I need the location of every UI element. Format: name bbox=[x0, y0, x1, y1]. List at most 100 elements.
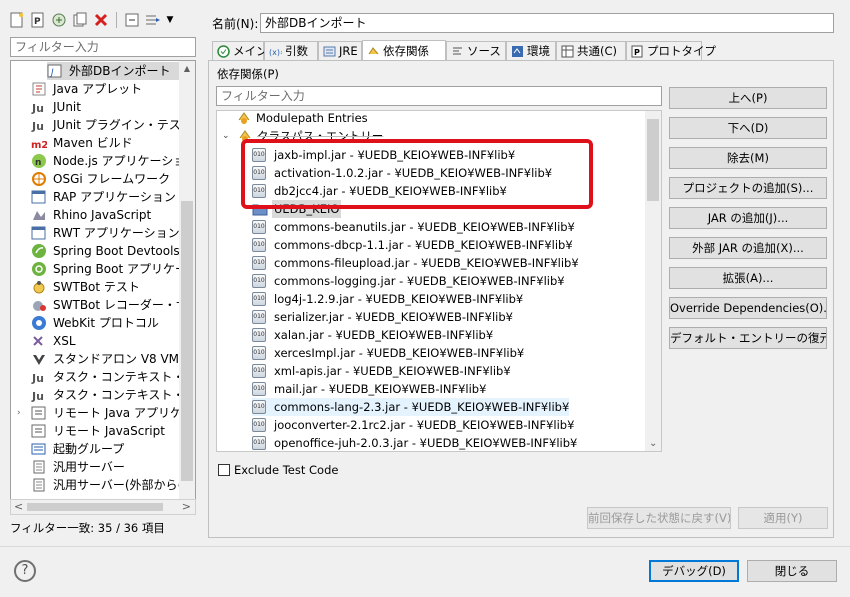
tree-item[interactable]: SWTBot テスト bbox=[31, 278, 140, 296]
exclude-test-row[interactable]: Exclude Test Code bbox=[218, 463, 338, 477]
jar-entry[interactable]: 010 log4j-1.2.9.jar - ¥UEDB_KEIO¥WEB-INF¥… bbox=[252, 290, 523, 308]
tree-item[interactable]: OSGi フレームワーク bbox=[31, 170, 170, 188]
tab-prototype[interactable]: P プロトタイプ bbox=[626, 41, 716, 60]
tab-label: メイン bbox=[233, 43, 268, 58]
deps-filter-input[interactable]: フィルター入力 bbox=[216, 86, 662, 106]
jar-entry[interactable]: 010 mail.jar - ¥UEDB_KEIO¥WEB-INF¥lib¥ bbox=[252, 380, 486, 398]
tree-item[interactable]: 汎用サーバー bbox=[31, 458, 125, 476]
jar-entry[interactable]: 010 commons-beanutils.jar - ¥UEDB_KEIO¥WE… bbox=[252, 218, 575, 236]
restore-default-entries-button[interactable]: デフォルト・エントリーの復元(R) bbox=[669, 327, 827, 349]
jar-entry[interactable]: 010 xml-apis.jar - ¥UEDB_KEIO¥WEB-INF¥lib… bbox=[252, 362, 511, 380]
tree-item[interactable]: 汎用サーバー(外部からの起 bbox=[31, 476, 196, 494]
left-filter-input[interactable]: フィルター入力 bbox=[10, 37, 196, 57]
apply-button[interactable]: 適用(Y) bbox=[738, 507, 828, 529]
jar-entry[interactable]: 010 xalan.jar - ¥UEDB_KEIO¥WEB-INF¥lib¥ bbox=[252, 326, 493, 344]
scroll-down-icon[interactable]: ⌄ bbox=[649, 438, 657, 449]
debug-button[interactable]: デバッグ(D) bbox=[649, 560, 739, 582]
name-input[interactable]: 外部DBインポート bbox=[260, 13, 834, 33]
tab-label: ソース bbox=[467, 43, 501, 58]
jar-entry[interactable]: 010 openoffice-juh-2.0.3.jar - ¥UEDB_KEIO… bbox=[252, 434, 577, 452]
new-config-icon[interactable] bbox=[8, 11, 26, 29]
tree-item-label: SWTBot テスト bbox=[53, 280, 140, 294]
duplicate-icon[interactable] bbox=[71, 11, 89, 29]
tree-item[interactable]: J 外部DBインポート bbox=[47, 62, 193, 80]
tree-item[interactable]: n Node.js アプリケーション bbox=[31, 152, 195, 170]
tab-dependencies[interactable]: 依存関係 bbox=[362, 40, 446, 61]
tree-item[interactable]: Rhino JavaScript bbox=[31, 206, 151, 224]
add-project-button[interactable]: プロジェクトの追加(S)... bbox=[669, 177, 827, 199]
jar-entry-label: mail.jar - ¥UEDB_KEIO¥WEB-INF¥lib¥ bbox=[274, 382, 487, 396]
tab-arguments[interactable]: (x)=引数 bbox=[264, 41, 318, 60]
chevron-down-icon[interactable]: ⌄ bbox=[222, 127, 234, 145]
tab-label: JRE bbox=[339, 43, 358, 58]
add-jar-button[interactable]: JAR の追加(J)... bbox=[669, 207, 827, 229]
tree-item[interactable]: Spring Boot アプリケーショ bbox=[31, 260, 195, 278]
tree-item[interactable]: Ju JUnit bbox=[31, 98, 81, 116]
help-button[interactable]: ? bbox=[14, 560, 36, 582]
tree-item[interactable]: › リモート Java アプリケーション bbox=[17, 404, 195, 422]
collapse-all-icon[interactable] bbox=[123, 11, 141, 29]
v8-icon bbox=[31, 351, 47, 367]
revert-button[interactable]: 前回保存した状態に戻す(V) bbox=[587, 507, 731, 529]
svg-text:Ju: Ju bbox=[31, 372, 44, 384]
jar-entry[interactable]: 010 commons-fileupload.jar - ¥UEDB_KEIO¥W… bbox=[252, 254, 579, 272]
tab-common[interactable]: 共通(C) bbox=[556, 41, 626, 60]
tree-item[interactable]: スタンドアロン V8 VM bbox=[31, 350, 179, 368]
jar-entry[interactable]: 010 commons-dbcp-1.1.jar - ¥UEDB_KEIO¥WEB… bbox=[252, 236, 573, 254]
down-button[interactable]: 下へ(D) bbox=[669, 117, 827, 139]
jar-entry[interactable]: 010 commons-logging.jar - ¥UEDB_KEIO¥WEB-… bbox=[252, 272, 565, 290]
chevron-down-icon[interactable]: ▼ bbox=[165, 11, 175, 29]
environment-icon bbox=[511, 45, 524, 58]
tree-item[interactable]: RWT アプリケーション bbox=[31, 224, 180, 242]
delete-icon[interactable] bbox=[92, 11, 110, 29]
tree-item[interactable]: RAP アプリケーション bbox=[31, 188, 176, 206]
tree-hscroll-thumb[interactable] bbox=[27, 503, 163, 511]
new-prototype-icon[interactable]: P bbox=[29, 11, 47, 29]
jar-entry[interactable]: 010 jooconverter-2.1rc2.jar - ¥UEDB_KEIO¥… bbox=[252, 416, 574, 434]
advanced-button[interactable]: 拡張(A)... bbox=[669, 267, 827, 289]
jar-entry-label: openoffice-juh-2.0.3.jar - ¥UEDB_KEIO¥WE… bbox=[274, 436, 578, 450]
tree-item[interactable]: Java アプレット bbox=[31, 80, 142, 98]
tree-item[interactable]: 起動グループ bbox=[31, 440, 124, 458]
tree-item[interactable]: XSL bbox=[31, 332, 76, 350]
up-button[interactable]: 上へ(P) bbox=[669, 87, 827, 109]
exclude-test-checkbox[interactable] bbox=[218, 464, 230, 476]
tree-item[interactable]: SWTBot レコーダー・サーバー bbox=[31, 296, 195, 314]
jar-entry[interactable]: 010 xercesImpl.jar - ¥UEDB_KEIO¥WEB-INF¥l… bbox=[252, 344, 524, 362]
tree-item-label: Rhino JavaScript bbox=[53, 208, 152, 222]
chevron-right-icon[interactable]: › bbox=[17, 404, 21, 422]
tree-item-label: 汎用サーバー(外部からの起 bbox=[53, 478, 196, 492]
close-button[interactable]: 閉じる bbox=[747, 560, 837, 582]
export-icon[interactable] bbox=[50, 11, 68, 29]
tree-item[interactable]: Ju JUnit プラグイン・テスト bbox=[31, 116, 193, 134]
tree-item[interactable]: Ju タスク・コンテキスト・テスト bbox=[31, 368, 195, 386]
tab-main[interactable]: メイン bbox=[212, 41, 268, 60]
tab-jre[interactable]: JRE bbox=[318, 41, 362, 60]
tree-item[interactable]: WebKit プロトコル bbox=[31, 314, 159, 332]
deps-scroll-thumb[interactable] bbox=[647, 119, 659, 201]
tree-vscrollbar[interactable]: ▲ bbox=[179, 61, 195, 499]
modulepath-entries[interactable]: Modulepath Entries bbox=[236, 109, 368, 127]
deps-vscrollbar[interactable]: ⌄ bbox=[645, 111, 661, 451]
tree-vscroll-thumb[interactable] bbox=[181, 201, 193, 481]
scroll-right-icon[interactable]: > bbox=[182, 500, 191, 514]
tree-item[interactable]: m2 Maven ビルド bbox=[31, 134, 133, 152]
jar-entry[interactable]: 010 serializer.jar - ¥UEDB_KEIO¥WEB-INF¥l… bbox=[252, 308, 513, 326]
prototype-icon: P bbox=[631, 45, 644, 58]
tree-item[interactable]: リモート JavaScript bbox=[31, 422, 165, 440]
filter-icon[interactable] bbox=[144, 11, 162, 29]
svg-text:(x)=: (x)= bbox=[269, 48, 282, 57]
remote-javascript-icon bbox=[31, 423, 47, 439]
scroll-left-icon[interactable]: < bbox=[14, 500, 23, 514]
tree-item[interactable]: Spring Boot Devtools クラ bbox=[31, 242, 195, 260]
tab-source[interactable]: ソース bbox=[446, 41, 506, 60]
tab-environment[interactable]: 環境 bbox=[506, 41, 556, 60]
tree-hscrollbar[interactable]: < > bbox=[10, 499, 196, 515]
add-external-jar-button[interactable]: 外部 JAR の追加(X)... bbox=[669, 237, 827, 259]
override-dependencies-button[interactable]: Override Dependencies(O)... bbox=[669, 297, 827, 319]
scroll-up-icon[interactable]: ▲ bbox=[179, 61, 195, 77]
tree-item[interactable]: Ju タスク・コンテキスト・プラグイン bbox=[31, 386, 195, 404]
osgi-icon bbox=[31, 171, 47, 187]
jar-entry[interactable]: 010 commons-lang-2.3.jar - ¥UEDB_KEIO¥WEB… bbox=[252, 398, 570, 416]
remove-button[interactable]: 除去(M) bbox=[669, 147, 827, 169]
